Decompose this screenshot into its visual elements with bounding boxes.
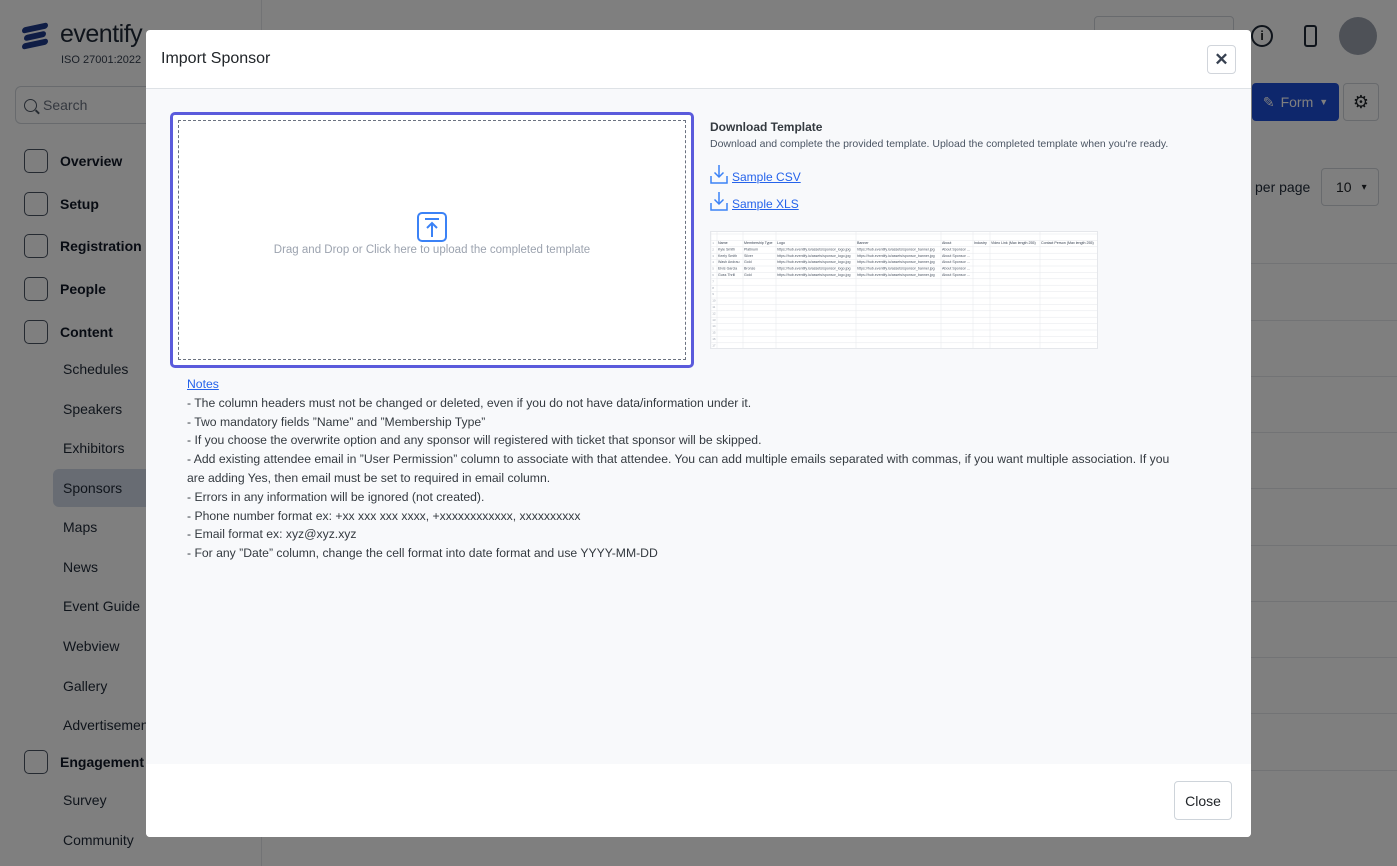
close-icon[interactable]: ✕	[1207, 45, 1236, 74]
preview-cell: Gold	[744, 260, 752, 264]
modal-body: Drag and Drop or Click here to upload th…	[146, 89, 1251, 764]
note-line: - If you choose the overwrite option and…	[187, 433, 762, 448]
download-icon	[710, 165, 728, 184]
preview-header-cell: Banner	[857, 241, 869, 245]
preview-cell: About Sponsor ...	[942, 260, 970, 264]
preview-row-number: 10	[712, 299, 716, 303]
preview-header-cell: Logo	[777, 241, 785, 245]
preview-row-number: 1	[712, 241, 714, 245]
upload-dropzone[interactable]: Drag and Drop or Click here to upload th…	[170, 112, 694, 368]
preview-cell: Wash Andrau	[718, 260, 739, 264]
sample-csv-label[interactable]: Sample CSV	[732, 170, 801, 184]
preview-row-number: 8	[712, 286, 714, 290]
preview-cell: About Sponsor ...	[942, 267, 970, 271]
sample-xls-label[interactable]: Sample XLS	[732, 197, 799, 211]
preview-row-number: 16	[712, 337, 716, 341]
preview-header-cell: About	[942, 241, 951, 245]
preview-cell: Elvis Garcia	[718, 267, 737, 271]
preview-row-number: 3	[712, 254, 714, 258]
preview-cell: Gold	[744, 273, 752, 277]
preview-header-cell: Industry	[974, 241, 987, 245]
preview-header-cell: Name	[718, 241, 728, 245]
preview-cell: https://hub.eventify.io/assets/sponsor_b…	[857, 273, 935, 277]
note-line: - The column headers must not be changed…	[187, 395, 752, 410]
preview-cell: https://hub.eventify.io/assets/sponsor_b…	[857, 267, 935, 271]
notes-section: Notes - The column headers must not be c…	[187, 375, 1187, 563]
preview-cell: https://hub.eventify.io/assets/sponsor_l…	[777, 260, 850, 264]
import-sponsor-modal: Import Sponsor ✕ Drag and Drop or Click …	[146, 30, 1251, 837]
preview-row-number: 4	[712, 260, 714, 264]
preview-cell: https://hub.eventify.io/assets/sponsor_b…	[857, 260, 935, 264]
note-line: - Email format ex: xyz@xyz.xyz	[187, 527, 357, 542]
note-line: - For any ”Date” column, change the cell…	[187, 546, 658, 561]
preview-cell: About Sponsor ...	[942, 273, 970, 277]
preview-row-number: 13	[712, 318, 716, 322]
preview-row-number: 5	[712, 267, 714, 271]
download-template-title: Download Template	[710, 120, 823, 134]
preview-cell: Silver	[744, 254, 754, 258]
preview-row-number: 14	[712, 324, 716, 328]
preview-row-number: 9	[712, 292, 714, 296]
preview-row-number: 11	[712, 305, 715, 309]
modal-header: Import Sponsor ✕	[146, 30, 1251, 89]
preview-cell: About Sponsor ...	[942, 254, 970, 258]
preview-row-number: 7	[712, 279, 714, 283]
sample-csv-link[interactable]: Sample CSV	[710, 164, 1190, 184]
note-line: - Errors in any information will be igno…	[187, 489, 485, 504]
preview-cell: About Sponsor ...	[942, 247, 970, 251]
sample-xls-link[interactable]: Sample XLS	[710, 191, 1190, 211]
download-template-desc: Download and complete the provided templ…	[710, 138, 1169, 150]
modal-footer: Close	[146, 764, 1251, 837]
note-line: - Add existing attendee email in ”User P…	[187, 452, 1170, 485]
preview-row-number: 12	[712, 311, 716, 315]
modal-title: Import Sponsor	[161, 50, 271, 67]
preview-row-number: 6	[712, 273, 714, 277]
dropzone-text: Drag and Drop or Click here to upload th…	[273, 244, 591, 256]
note-line: - Two mandatory fields ”Name” and ”Membe…	[187, 414, 486, 429]
spreadsheet-preview: Name Membership Type Logo Banner About Indust…	[711, 232, 1097, 348]
preview-cell: https://hub.eventify.io/assets/sponsor_l…	[777, 267, 850, 271]
preview-header-cell: Membership Type	[744, 241, 773, 245]
preview-cell: Bronze	[744, 267, 755, 271]
preview-row-number: 15	[712, 331, 716, 335]
preview-cell: Keely Smith	[718, 254, 737, 258]
close-button[interactable]: Close	[1174, 781, 1232, 820]
upload-dropzone-inner[interactable]: Drag and Drop or Click here to upload th…	[178, 120, 686, 360]
preview-cell: https://hub.eventify.io/assets/sponsor_l…	[777, 254, 850, 258]
preview-cell: Guss Thrill	[718, 273, 735, 277]
preview-header-cell: Video Link (Max length 255)	[991, 241, 1036, 245]
preview-cell: https://hub.eventify.io/assets/sponsor_l…	[777, 247, 850, 251]
preview-cell: https://hub.eventify.io/assets/sponsor_b…	[857, 247, 935, 251]
download-icon	[710, 192, 728, 211]
preview-cell: https://hub.eventify.io/assets/sponsor_b…	[857, 254, 935, 258]
notes-link[interactable]: Notes	[187, 377, 219, 391]
download-template-section: Download Template Download and complete …	[710, 120, 1190, 211]
template-preview-image: Name Membership Type Logo Banner About Indust…	[710, 231, 1098, 349]
upload-icon	[417, 212, 447, 242]
preview-header-cell: Contact Person (Max length 255)	[1041, 241, 1094, 245]
preview-row-number: 17	[712, 343, 716, 347]
note-line: - Phone number format ex: +xx xxx xxx xx…	[187, 508, 581, 523]
preview-cell: Kyle Smith	[718, 247, 735, 251]
preview-cell: Platinum	[744, 247, 758, 251]
preview-cell: https://hub.eventify.io/assets/sponsor_l…	[777, 273, 850, 277]
preview-row-number: 2	[712, 247, 714, 251]
